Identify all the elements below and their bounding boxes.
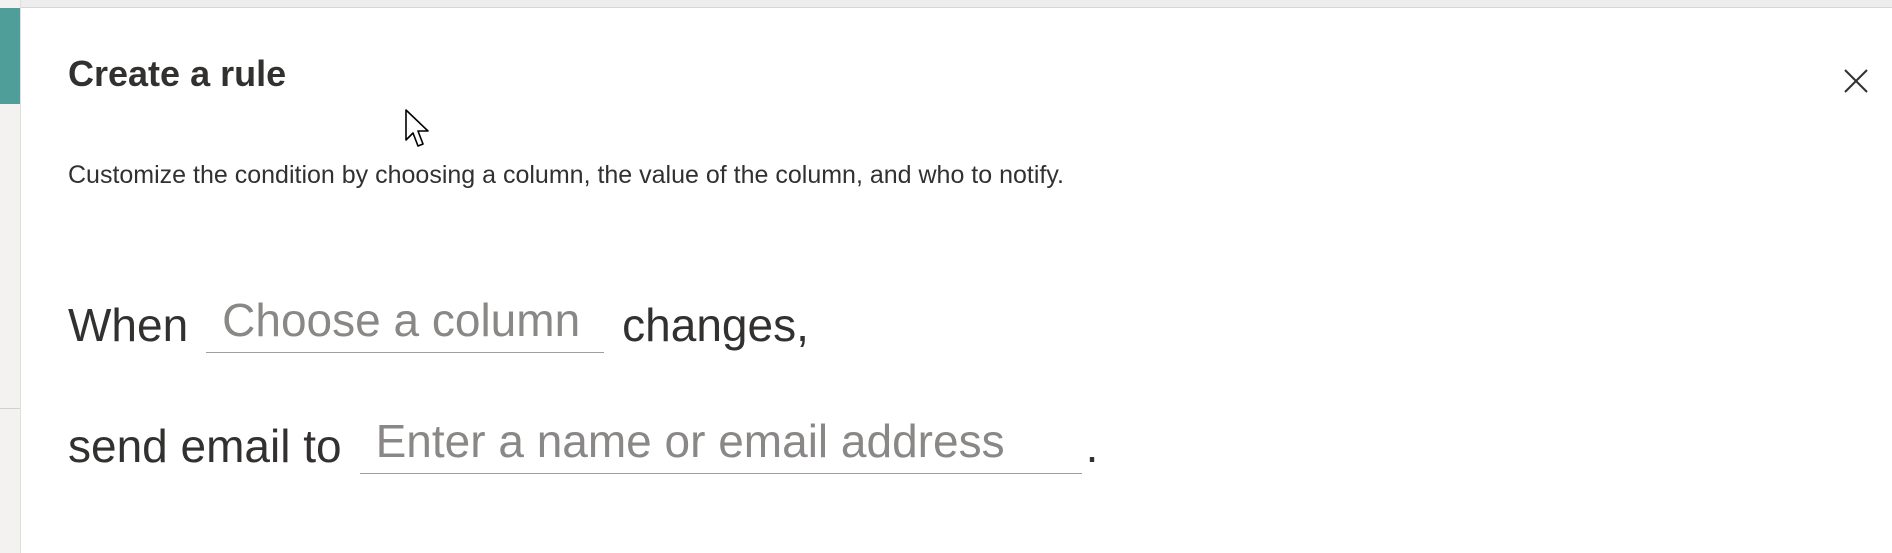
sentence-period: . bbox=[1085, 420, 1099, 472]
action-row: send email to . bbox=[68, 408, 1098, 474]
changes-label: changes, bbox=[622, 299, 809, 351]
send-email-label: send email to bbox=[68, 420, 342, 472]
panel-description: Customize the condition by choosing a co… bbox=[68, 161, 1064, 189]
when-label: When bbox=[68, 299, 189, 351]
page: Create a rule Customize the condition by… bbox=[0, 0, 1892, 553]
close-button[interactable] bbox=[1832, 57, 1880, 105]
close-icon bbox=[1844, 69, 1868, 93]
background-list-edge bbox=[0, 0, 21, 553]
panel-title: Create a rule bbox=[68, 53, 287, 94]
top-border bbox=[0, 0, 1892, 8]
selected-row-accent bbox=[0, 8, 20, 104]
email-recipient-input[interactable] bbox=[359, 413, 1082, 474]
column-dropdown[interactable] bbox=[206, 292, 605, 353]
condition-row: When changes, bbox=[68, 292, 809, 353]
create-rule-panel: Create a rule Customize the condition by… bbox=[21, 8, 1892, 553]
mouse-pointer-icon bbox=[405, 109, 429, 147]
row-divider bbox=[0, 408, 20, 409]
